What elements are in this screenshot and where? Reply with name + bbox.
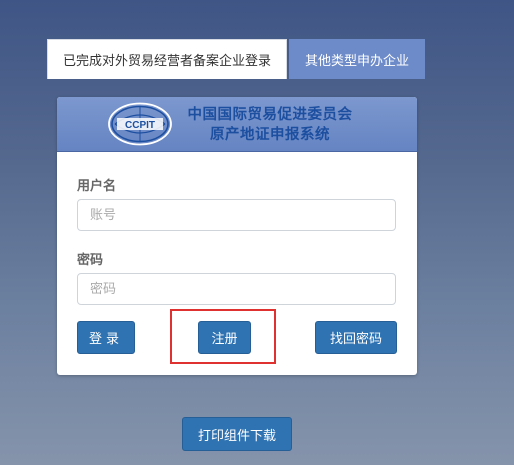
find-password-button[interactable]: 找回密码 [315,321,397,354]
tab-registered-enterprise-login[interactable]: 已完成对外贸易经营者备案企业登录 [47,39,287,79]
print-component-download-button[interactable]: 打印组件下载 [182,417,292,451]
ccpit-logo-icon: CCPIT [108,102,172,146]
username-input[interactable] [77,199,396,231]
system-title-line1: 中国国际贸易促进委员会 [187,107,353,123]
login-card: CCPIT 中国国际贸易促进委员会 原产地证申报系统 用户名 密码 登录 注册 … [57,97,417,375]
username-label: 用户名 [77,179,117,194]
register-button[interactable]: 注册 [198,321,251,354]
tab-other-enterprise[interactable]: 其他类型申办企业 [289,39,425,79]
logo-text: CCPIT [125,120,155,131]
password-label: 密码 [77,253,104,268]
login-button[interactable]: 登录 [77,321,135,354]
system-title: 中国国际贸易促进委员会 原产地证申报系统 [175,105,365,145]
system-header: CCPIT 中国国际贸易促进委员会 原产地证申报系统 [57,97,417,152]
password-input[interactable] [77,273,396,305]
system-title-line2: 原产地证申报系统 [210,127,330,143]
